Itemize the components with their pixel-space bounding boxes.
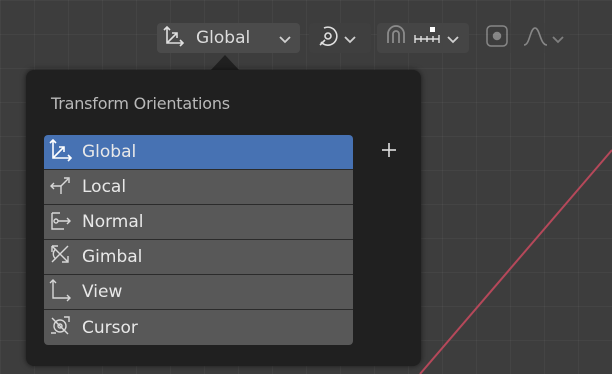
snap-magnet-icon[interactable] [383, 23, 409, 53]
item-label: Normal [82, 212, 144, 232]
normal-orientation-icon [48, 207, 74, 237]
pivot-point-icon [316, 23, 342, 53]
snap-increment-icon[interactable] [413, 25, 445, 51]
item-label: Cursor [82, 317, 138, 338]
falloff-curve-icon[interactable] [522, 25, 550, 51]
chevron-down-icon [447, 29, 459, 48]
transform-orientation-icon [163, 25, 187, 51]
orientation-item-global[interactable]: Global [44, 135, 353, 170]
transform-orientations-popup: Transform Orientations Global Local Norm… [26, 70, 421, 366]
view-orientation-icon [48, 277, 74, 307]
chevron-down-icon [552, 29, 564, 48]
cursor-orientation-icon [48, 313, 74, 343]
item-label: View [82, 282, 123, 302]
plus-icon [381, 142, 397, 162]
orientation-label: Global [196, 28, 251, 48]
global-orientation-icon [48, 137, 74, 167]
pivot-point-dropdown[interactable] [309, 23, 371, 53]
orientation-item-local[interactable]: Local [44, 170, 353, 205]
add-orientation-button[interactable] [373, 136, 405, 168]
proportional-editing-icon[interactable] [484, 23, 514, 53]
chevron-down-icon [279, 29, 291, 48]
chevron-down-icon [344, 29, 356, 48]
orientation-item-view[interactable]: View [44, 275, 353, 310]
item-label: Local [82, 177, 127, 197]
orientation-item-normal[interactable]: Normal [44, 205, 353, 240]
proportional-editing-controls[interactable] [480, 23, 570, 53]
item-label: Gimbal [82, 247, 143, 267]
popup-title: Transform Orientations [51, 94, 230, 113]
orientation-item-gimbal[interactable]: Gimbal [44, 240, 353, 275]
transform-orientation-dropdown[interactable]: Global [157, 23, 300, 53]
local-orientation-icon [48, 172, 74, 202]
item-label: Global [82, 142, 137, 162]
popup-pointer [210, 55, 240, 71]
snap-controls[interactable] [377, 23, 469, 53]
gimbal-orientation-icon [48, 242, 74, 272]
orientation-list: Global Local Normal Gimbal View Cursor [44, 135, 353, 345]
orientation-item-cursor[interactable]: Cursor [44, 310, 353, 345]
